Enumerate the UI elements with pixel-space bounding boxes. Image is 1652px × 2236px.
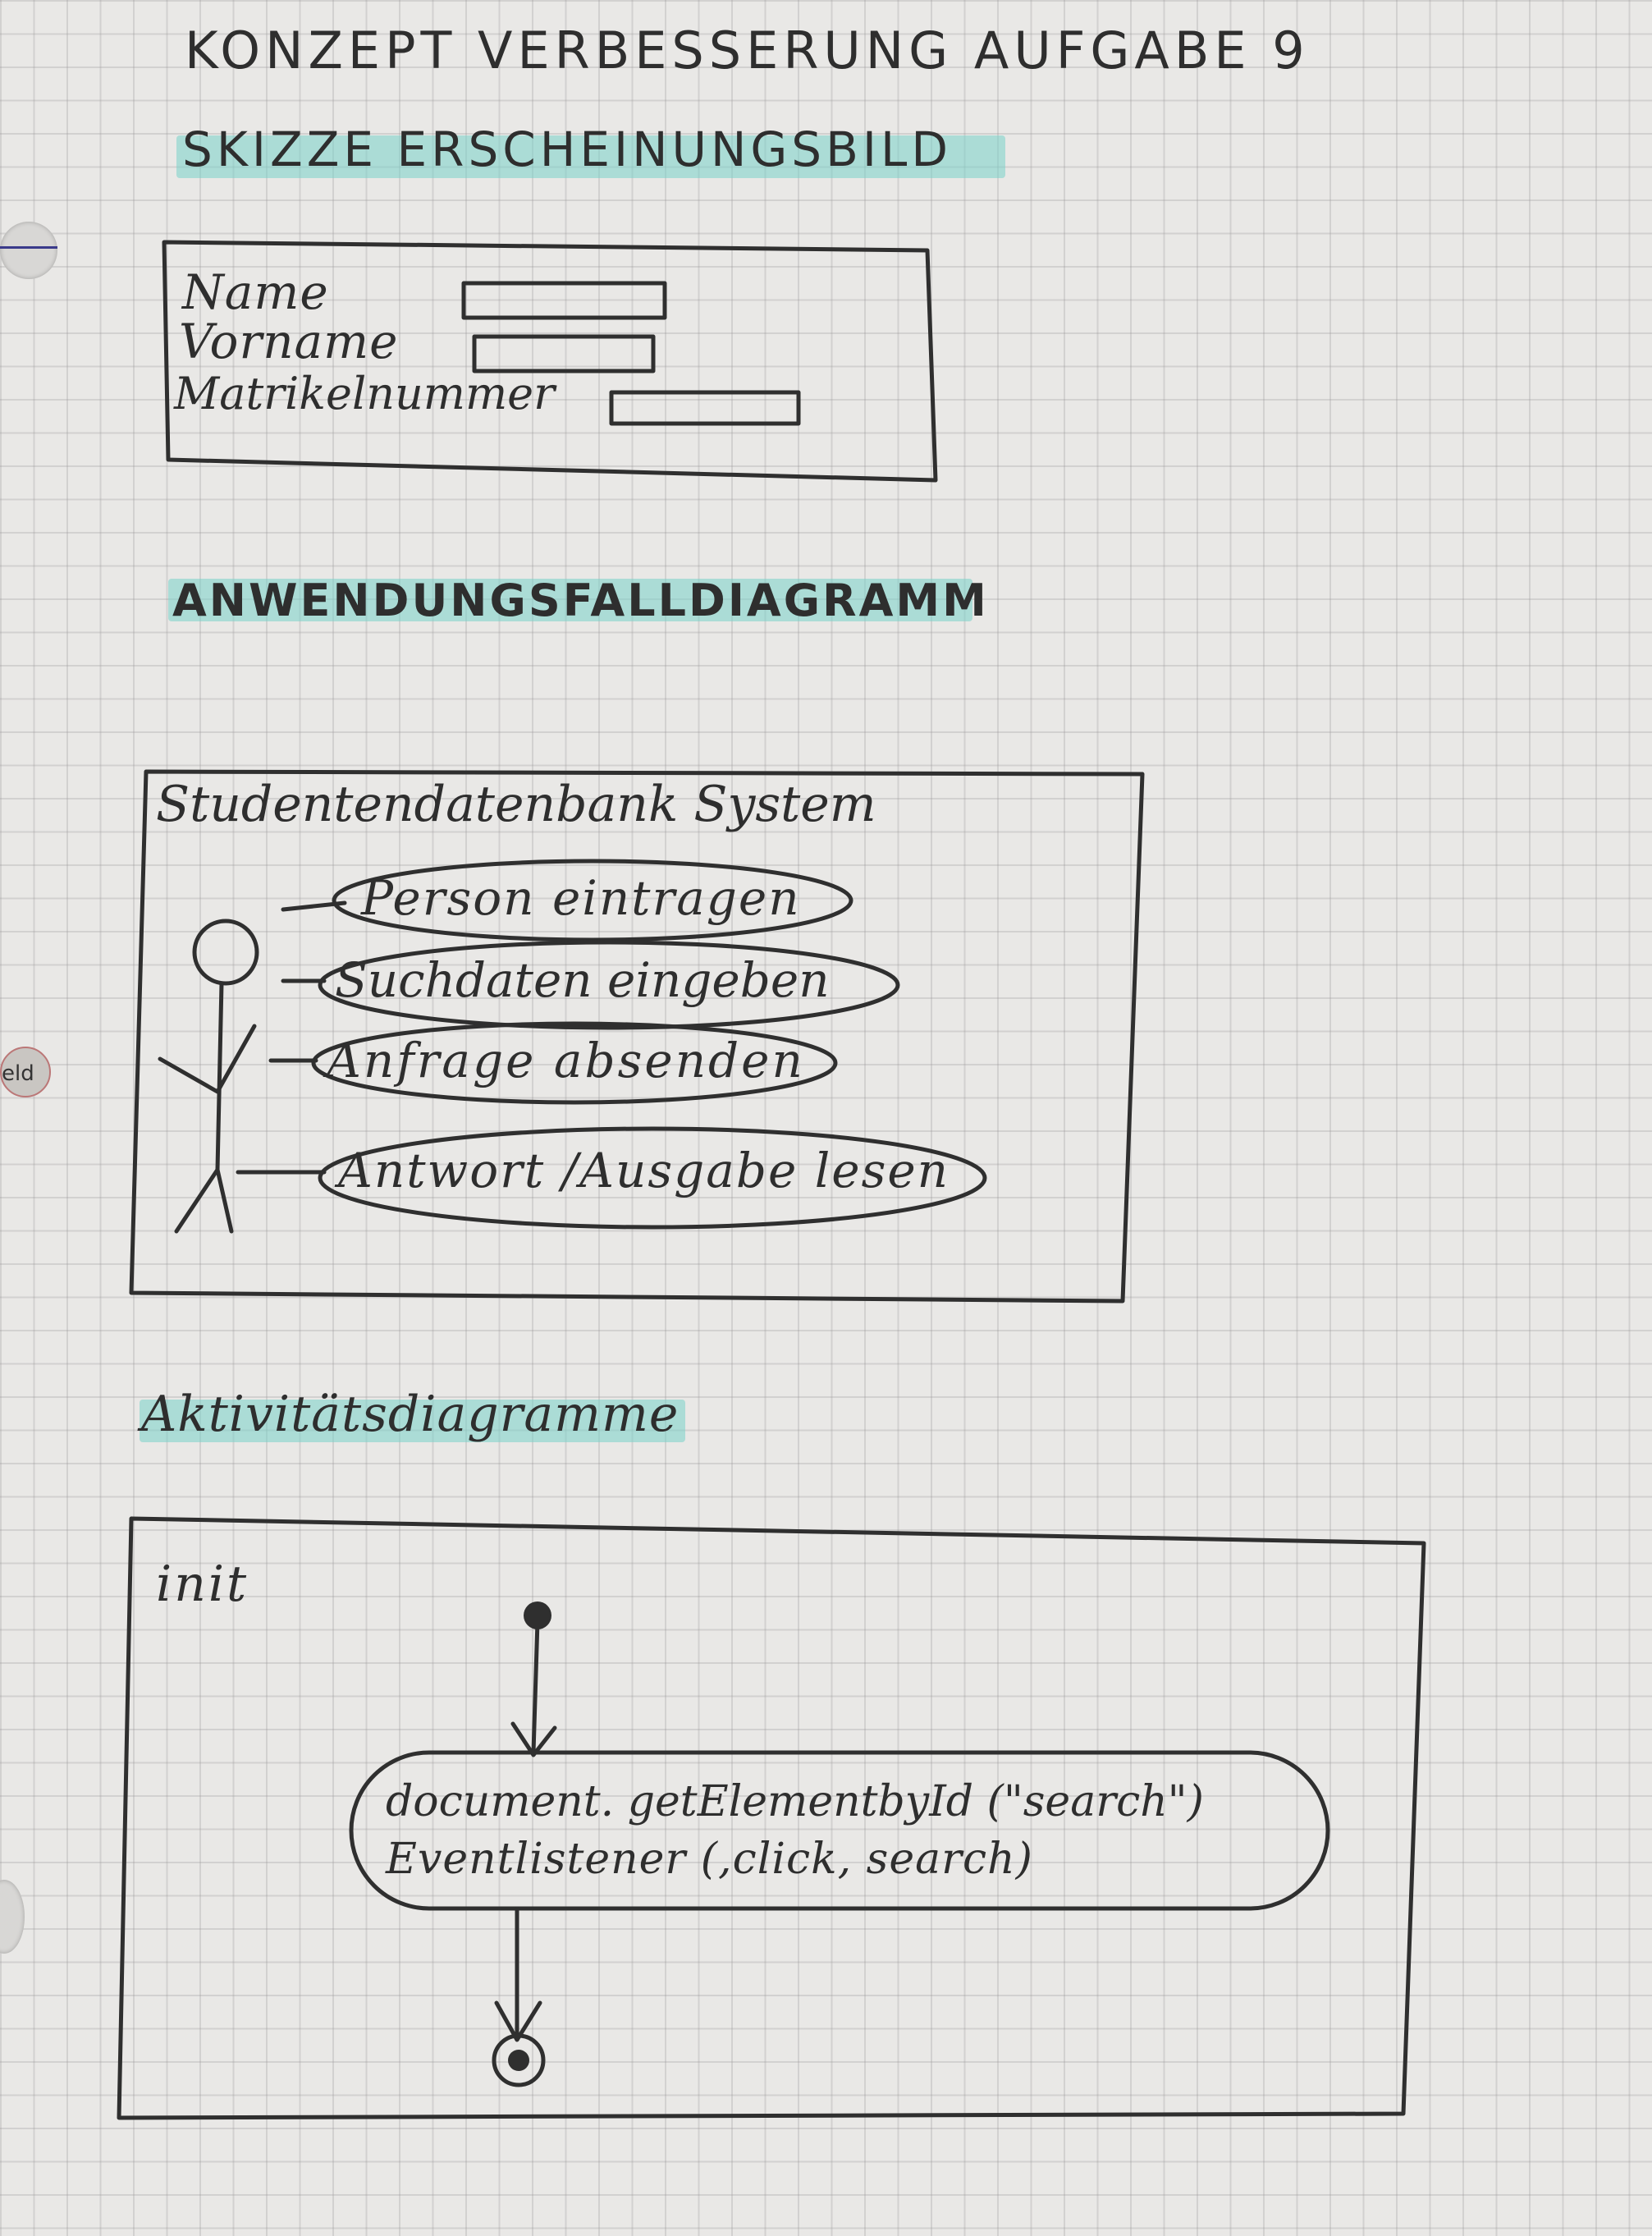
vorname-input-box xyxy=(472,334,656,373)
action-line-1: document. getElementbyId ("search") xyxy=(386,1777,1204,1826)
matrikel-input-box xyxy=(609,390,801,426)
activity-name: init xyxy=(156,1556,249,1613)
field-label-name: Name xyxy=(182,264,329,320)
name-input-box xyxy=(461,281,667,320)
usecase-label-3: Anfrage absenden xyxy=(327,1033,805,1088)
usecase-label-4: Antwort /Ausgabe lesen xyxy=(338,1143,950,1198)
activity-final-dot xyxy=(508,2050,529,2071)
action-node xyxy=(349,1750,1330,1911)
field-label-vorname: Vorname xyxy=(179,314,399,369)
usecase-label-2: Suchdaten eingeben xyxy=(335,952,830,1008)
system-label: Studentendatenbank System xyxy=(156,776,876,833)
field-label-matrikelnummer: Matrikelnummer xyxy=(174,368,555,419)
control-flow-1 xyxy=(531,1619,540,1755)
initial-node xyxy=(524,1601,551,1629)
usecase-label-1: Person eintragen xyxy=(361,870,801,926)
actor-figure xyxy=(158,919,259,1234)
action-line-2: Eventlistener (,click, search) xyxy=(386,1835,1033,1884)
